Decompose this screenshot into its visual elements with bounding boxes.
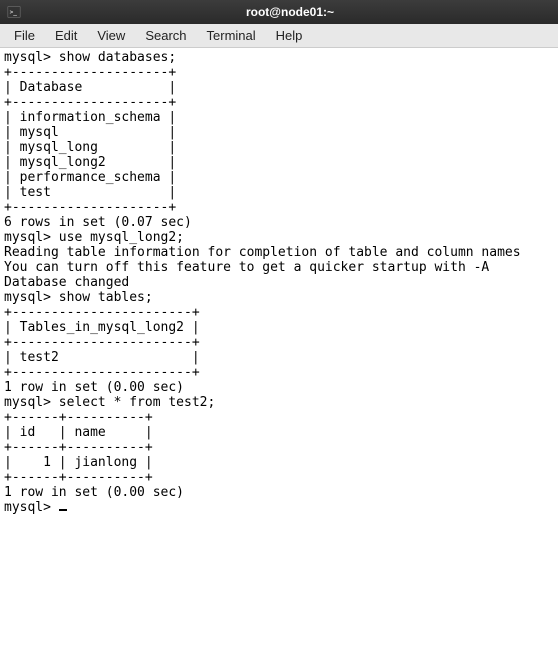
- terminal-line: mysql>: [4, 500, 554, 515]
- terminal-line: | mysql_long |: [4, 140, 554, 155]
- menu-file[interactable]: File: [4, 25, 45, 46]
- terminal-line: | mysql_long2 |: [4, 155, 554, 170]
- terminal-line: mysql> show databases;: [4, 50, 554, 65]
- terminal-line: | id | name |: [4, 425, 554, 440]
- terminal-line: 1 row in set (0.00 sec): [4, 380, 554, 395]
- terminal-line: +------+----------+: [4, 470, 554, 485]
- terminal-line: +-----------------------+: [4, 335, 554, 350]
- terminal-line: +-----------------------+: [4, 305, 554, 320]
- terminal-line: | test |: [4, 185, 554, 200]
- terminal-line: 1 row in set (0.00 sec): [4, 485, 554, 500]
- terminal-line: +--------------------+: [4, 65, 554, 80]
- window-titlebar: >_ root@node01:~: [0, 0, 558, 24]
- menu-view[interactable]: View: [87, 25, 135, 46]
- terminal-line: +-----------------------+: [4, 365, 554, 380]
- cursor: [59, 509, 67, 511]
- terminal-line: +--------------------+: [4, 95, 554, 110]
- svg-text:>_: >_: [10, 9, 18, 16]
- terminal-line: mysql> select * from test2;: [4, 395, 554, 410]
- terminal-line: | 1 | jianlong |: [4, 455, 554, 470]
- terminal-line: 6 rows in set (0.07 sec): [4, 215, 554, 230]
- terminal-line: +--------------------+: [4, 200, 554, 215]
- terminal-line: | Tables_in_mysql_long2 |: [4, 320, 554, 335]
- window-title: root@node01:~: [28, 5, 552, 19]
- terminal-line: Database changed: [4, 275, 554, 290]
- terminal-output[interactable]: mysql> show databases;+-----------------…: [0, 48, 558, 645]
- terminal-line: mysql> use mysql_long2;: [4, 230, 554, 245]
- terminal-line: +------+----------+: [4, 440, 554, 455]
- terminal-line: Reading table information for completion…: [4, 245, 554, 260]
- terminal-line: mysql> show tables;: [4, 290, 554, 305]
- menubar: File Edit View Search Terminal Help: [0, 24, 558, 48]
- terminal-line: You can turn off this feature to get a q…: [4, 260, 554, 275]
- terminal-line: | test2 |: [4, 350, 554, 365]
- terminal-line: | information_schema |: [4, 110, 554, 125]
- terminal-line: | performance_schema |: [4, 170, 554, 185]
- menu-search[interactable]: Search: [135, 25, 196, 46]
- terminal-line: +------+----------+: [4, 410, 554, 425]
- menu-edit[interactable]: Edit: [45, 25, 87, 46]
- terminal-line: | mysql |: [4, 125, 554, 140]
- terminal-line: | Database |: [4, 80, 554, 95]
- terminal-icon: >_: [6, 4, 22, 20]
- menu-terminal[interactable]: Terminal: [197, 25, 266, 46]
- menu-help[interactable]: Help: [266, 25, 313, 46]
